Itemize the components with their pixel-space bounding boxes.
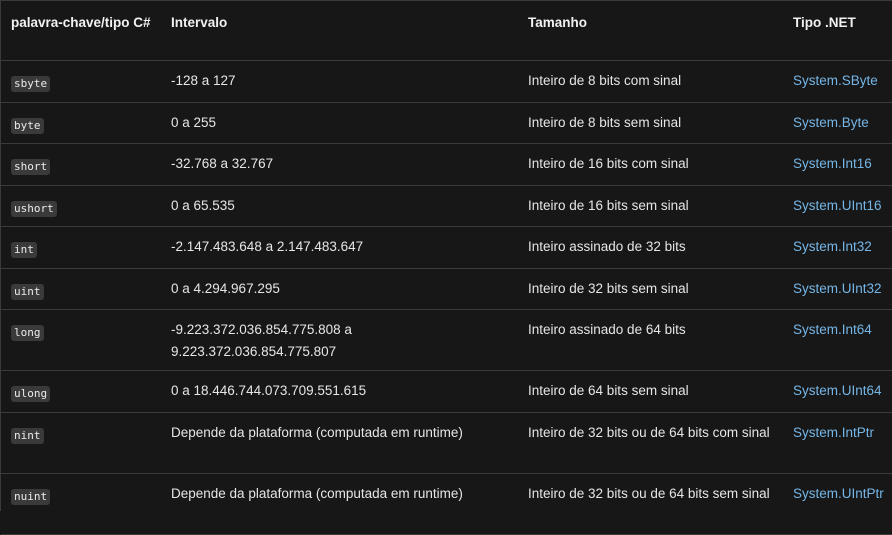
table-header: palavra-chave/tipo C# Intervalo Tamanho … [1, 1, 892, 61]
net-type-cell: System.IntPtr [782, 412, 892, 474]
table-row: nint Depende da plataforma (computada em… [1, 412, 892, 474]
header-row: palavra-chave/tipo C# Intervalo Tamanho … [1, 1, 892, 61]
net-type-link[interactable]: System.Int16 [793, 156, 872, 171]
size-cell: Inteiro assinado de 64 bits [518, 309, 782, 371]
range-cell: -32.768 a 32.767 [161, 143, 518, 186]
range-cell: 0 a 65.535 [161, 185, 518, 227]
keyword-code: short [11, 159, 51, 175]
header-size: Tamanho [518, 1, 782, 61]
table-row: ulong 0 a 18.446.744.073.709.551.615 Int… [1, 370, 892, 413]
net-type-cell: System.Int32 [782, 226, 892, 269]
integral-types-table-container: palavra-chave/tipo C# Intervalo Tamanho … [0, 0, 892, 535]
range-cell: Depende da plataforma (computada em runt… [161, 412, 518, 474]
size-cell: Inteiro de 32 bits ou de 64 bits com sin… [518, 412, 782, 474]
net-type-link[interactable]: System.UInt32 [793, 281, 882, 296]
table-row: sbyte -128 a 127 Inteiro de 8 bits com s… [1, 60, 892, 103]
net-type-link[interactable]: System.UIntPtr [793, 486, 884, 501]
table-row: nuint Depende da plataforma (computada e… [1, 473, 892, 535]
size-cell: Inteiro de 32 bits sem sinal [518, 268, 782, 310]
header-range: Intervalo [161, 1, 518, 61]
net-type-cell: System.SByte [782, 60, 892, 103]
range-cell: -128 a 127 [161, 60, 518, 103]
size-cell: Inteiro de 8 bits sem sinal [518, 102, 782, 144]
size-cell: Inteiro de 8 bits com sinal [518, 60, 782, 103]
size-cell: Inteiro de 16 bits sem sinal [518, 185, 782, 227]
net-type-cell: System.UIntPtr [782, 473, 892, 535]
keyword-cell: int [1, 226, 161, 269]
table-row: long -9.223.372.036.854.775.808 a 9.223.… [1, 309, 892, 371]
header-keyword: palavra-chave/tipo C# [1, 1, 161, 61]
net-type-link[interactable]: System.UInt16 [793, 198, 882, 213]
table-row: int -2.147.483.648 a 2.147.483.647 Intei… [1, 226, 892, 269]
net-type-cell: System.Int16 [782, 143, 892, 186]
range-cell: 0 a 18.446.744.073.709.551.615 [161, 370, 518, 413]
keyword-cell: nint [1, 412, 161, 474]
keyword-code: int [11, 242, 37, 258]
keyword-cell: sbyte [1, 60, 161, 103]
range-cell: 0 a 255 [161, 102, 518, 144]
net-type-link[interactable]: System.Byte [793, 115, 869, 130]
net-type-link[interactable]: System.Int32 [793, 239, 872, 254]
integral-types-table: palavra-chave/tipo C# Intervalo Tamanho … [1, 1, 892, 535]
size-cell: Inteiro de 64 bits sem sinal [518, 370, 782, 413]
table-row: ushort 0 a 65.535 Inteiro de 16 bits sem… [1, 185, 892, 227]
keyword-code: byte [11, 117, 44, 134]
net-type-cell: System.Int64 [782, 309, 892, 371]
table-row: byte 0 a 255 Inteiro de 8 bits sem sinal… [1, 102, 892, 144]
net-type-link[interactable]: System.UInt64 [793, 383, 882, 398]
keyword-cell: nuint [1, 473, 161, 535]
keyword-cell: short [1, 143, 161, 186]
keyword-cell: uint [1, 268, 161, 310]
keyword-code: ulong [11, 386, 51, 402]
keyword-code: nint [11, 427, 44, 444]
range-cell: Depende da plataforma (computada em runt… [161, 473, 518, 535]
header-net-type: Tipo .NET [782, 1, 892, 61]
size-cell: Inteiro de 16 bits com sinal [518, 143, 782, 186]
keyword-code: sbyte [11, 76, 51, 92]
net-type-cell: System.UInt32 [782, 268, 892, 310]
keyword-cell: ulong [1, 370, 161, 413]
net-type-cell: System.UInt16 [782, 185, 892, 227]
net-type-link[interactable]: System.Int64 [793, 322, 872, 337]
table-body: sbyte -128 a 127 Inteiro de 8 bits com s… [1, 60, 892, 535]
range-cell: 0 a 4.294.967.295 [161, 268, 518, 310]
net-type-cell: System.Byte [782, 102, 892, 144]
table-row: uint 0 a 4.294.967.295 Inteiro de 32 bit… [1, 268, 892, 310]
keyword-code: ushort [11, 200, 57, 217]
size-cell: Inteiro assinado de 32 bits [518, 226, 782, 269]
range-cell: -2.147.483.648 a 2.147.483.647 [161, 226, 518, 269]
keyword-code: nuint [11, 488, 51, 505]
table-row: short -32.768 a 32.767 Inteiro de 16 bit… [1, 143, 892, 186]
keyword-cell: ushort [1, 185, 161, 227]
range-cell: -9.223.372.036.854.775.808 a 9.223.372.0… [161, 309, 518, 371]
keyword-cell: long [1, 309, 161, 371]
keyword-code: long [11, 325, 44, 341]
net-type-link[interactable]: System.SByte [793, 73, 878, 88]
size-cell: Inteiro de 32 bits ou de 64 bits sem sin… [518, 473, 782, 535]
keyword-cell: byte [1, 102, 161, 144]
net-type-link[interactable]: System.IntPtr [793, 425, 874, 440]
keyword-code: uint [11, 283, 44, 300]
net-type-cell: System.UInt64 [782, 370, 892, 413]
